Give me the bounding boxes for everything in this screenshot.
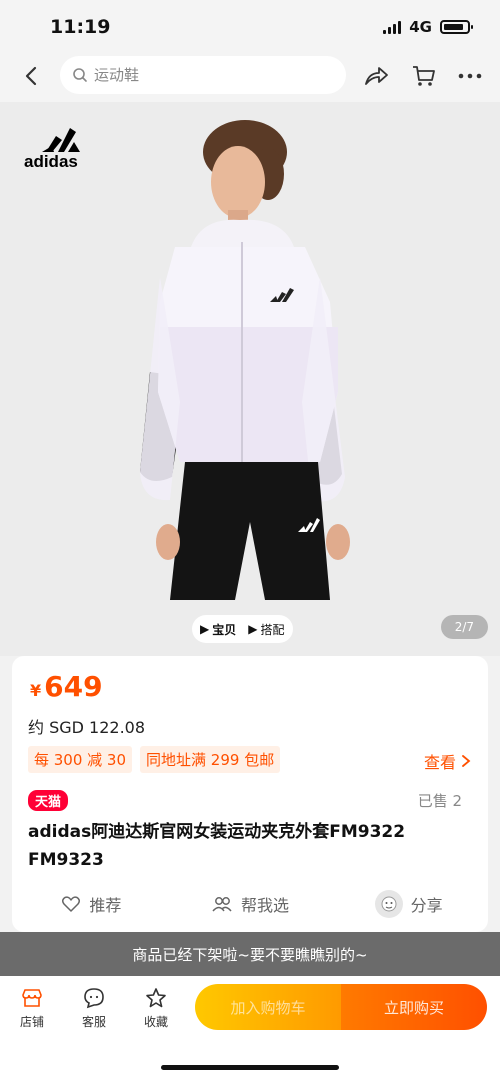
more-icon bbox=[458, 73, 482, 79]
chat-icon bbox=[84, 988, 104, 1009]
promo-row: 每 300 减 30 同地址满 299 包邮 bbox=[28, 746, 281, 773]
nav-bar bbox=[0, 50, 500, 102]
gallery-controls: ▶ 宝贝 ▶ 搭配 2/7 bbox=[0, 602, 500, 656]
cart-icon bbox=[413, 66, 435, 86]
view-label: 查看 bbox=[423, 753, 456, 772]
more-button[interactable] bbox=[456, 62, 484, 90]
home-indicator[interactable] bbox=[161, 1065, 339, 1070]
tab-label: 宝贝 bbox=[212, 622, 237, 637]
share-action-button[interactable]: 分享 bbox=[329, 886, 488, 922]
approx-price: 约 SGD 122.08 bbox=[28, 718, 146, 737]
tab-outfit[interactable]: ▶ 搭配 bbox=[248, 621, 284, 638]
page-indicator: 2/7 bbox=[440, 615, 488, 639]
heart-icon bbox=[62, 896, 81, 912]
search-icon bbox=[73, 68, 87, 82]
action-label: 推荐 bbox=[89, 896, 122, 915]
tmall-badge: 天猫 bbox=[28, 790, 69, 811]
buy-now-button[interactable]: 立即购买 bbox=[341, 984, 487, 1030]
service-label: 客服 bbox=[81, 1015, 106, 1029]
product-title: adidas阿迪达斯官网女装运动夹克外套FM9322 FM9323 bbox=[28, 822, 406, 870]
status-indicators: 4G bbox=[383, 18, 473, 36]
search-box[interactable] bbox=[60, 56, 346, 94]
action-label: 帮我选 bbox=[241, 896, 290, 915]
people-icon bbox=[212, 897, 232, 912]
off-shelf-notice: 商品已经下架啦~要不要瞧瞧别的~ bbox=[0, 932, 500, 976]
customer-service-button[interactable]: 客服 bbox=[72, 986, 116, 1030]
cta-group: 加入购物车 立即购买 bbox=[195, 984, 487, 1030]
store-label: 店铺 bbox=[19, 1015, 44, 1029]
share-icon bbox=[365, 67, 388, 85]
avatar bbox=[374, 890, 403, 918]
price-value: 649 bbox=[44, 670, 103, 703]
help-choose-button[interactable]: 帮我选 bbox=[171, 886, 330, 922]
status-time: 11:19 bbox=[50, 16, 111, 38]
cart-button[interactable] bbox=[410, 62, 438, 90]
promo-tag[interactable]: 同地址满 299 包邮 bbox=[140, 746, 281, 773]
back-button[interactable] bbox=[18, 62, 46, 90]
product-info-card: ¥ 649 约 SGD 122.08 每 300 减 30 同地址满 299 包… bbox=[12, 656, 488, 932]
status-bar: 11:19 4G bbox=[0, 0, 500, 50]
share-button[interactable] bbox=[362, 62, 390, 90]
action-label: 分享 bbox=[410, 896, 443, 915]
bottom-bar: 店铺 客服 收藏 加入购物车 立即购买 bbox=[0, 976, 500, 1080]
price: ¥ 649 bbox=[30, 670, 103, 703]
play-icon: ▶ bbox=[248, 622, 258, 636]
add-to-cart-button[interactable]: 加入购物车 bbox=[195, 984, 341, 1030]
action-row: 推荐 帮我选 分享 bbox=[12, 886, 488, 922]
store-icon bbox=[22, 989, 42, 1007]
currency-symbol: ¥ bbox=[30, 681, 42, 700]
recommend-button[interactable]: 推荐 bbox=[12, 886, 171, 922]
chevron-right-icon bbox=[462, 755, 471, 767]
search-input[interactable] bbox=[94, 66, 314, 84]
tab-product[interactable]: ▶ 宝贝 bbox=[200, 621, 236, 638]
view-promos-link[interactable]: 查看 bbox=[424, 749, 472, 773]
model-photo bbox=[140, 120, 350, 600]
favorite-button[interactable]: 收藏 bbox=[134, 986, 178, 1030]
star-icon bbox=[146, 988, 166, 1008]
sold-count: 已售 2 bbox=[417, 792, 462, 810]
favorite-label: 收藏 bbox=[143, 1015, 168, 1029]
signal-icon bbox=[383, 20, 402, 34]
back-icon bbox=[25, 66, 37, 86]
play-icon: ▶ bbox=[200, 622, 210, 636]
store-button[interactable]: 店铺 bbox=[10, 986, 54, 1030]
product-image[interactable]: adidas bbox=[0, 102, 500, 602]
promo-tag[interactable]: 每 300 减 30 bbox=[28, 746, 133, 773]
battery-icon bbox=[440, 20, 473, 34]
gallery-tabs: ▶ 宝贝 ▶ 搭配 bbox=[192, 615, 293, 643]
tab-label: 搭配 bbox=[260, 622, 285, 637]
network-label: 4G bbox=[409, 18, 432, 36]
